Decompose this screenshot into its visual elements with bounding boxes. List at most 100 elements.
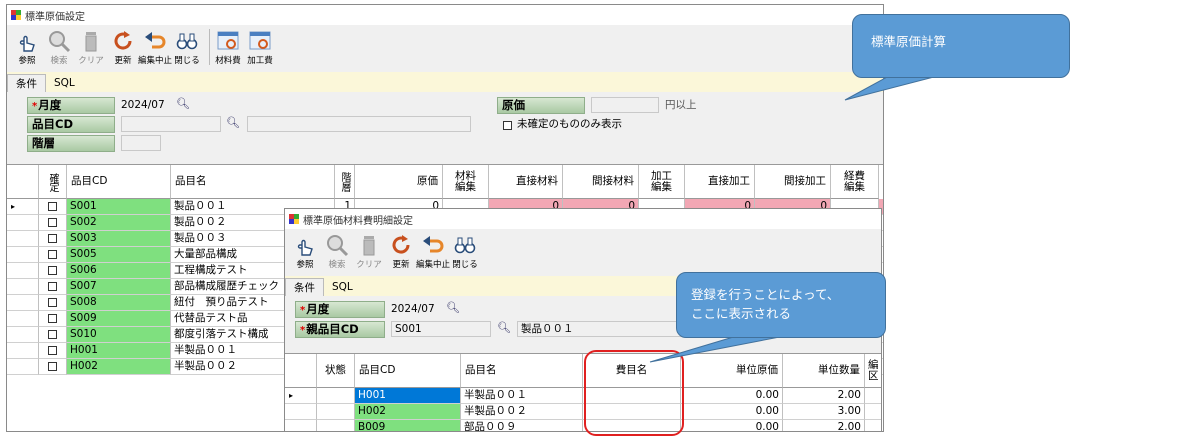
confirmed-checkbox[interactable] <box>48 298 57 307</box>
item-name-input[interactable] <box>247 116 471 132</box>
clear-button[interactable]: クリア <box>77 29 105 66</box>
confirmed-checkbox[interactable] <box>48 346 57 355</box>
confirmed-checkbox-cell[interactable] <box>39 279 67 295</box>
cancel-edit-button[interactable]: 編集中止 <box>138 29 172 66</box>
month-value[interactable]: 2024/07 <box>391 301 435 317</box>
cell-qty[interactable]: 2.00 <box>783 420 865 431</box>
confirmed-checkbox-cell[interactable] <box>39 215 67 231</box>
cell-empty[interactable] <box>317 404 355 420</box>
confirmed-checkbox[interactable] <box>48 266 57 275</box>
cell-empty[interactable] <box>865 404 881 420</box>
cell-cd[interactable]: H002 <box>355 404 461 420</box>
col-level[interactable]: 階層 <box>335 165 355 199</box>
col-item-cd[interactable]: 品目CD <box>67 165 171 199</box>
confirmed-checkbox[interactable] <box>48 250 57 259</box>
col-expense-edit[interactable]: 経費編集 <box>831 165 879 199</box>
cell-cd[interactable]: S006 <box>67 263 171 279</box>
confirmed-checkbox-cell[interactable] <box>39 311 67 327</box>
parent-search-icon[interactable]: 🔍︎ <box>497 321 511 334</box>
confirmed-checkbox[interactable] <box>48 234 57 243</box>
cell-unit_cost[interactable]: 0.00 <box>681 388 783 404</box>
reference-button[interactable]: 参照 <box>291 233 319 270</box>
confirmed-checkbox[interactable] <box>48 282 57 291</box>
col-unit-qty[interactable]: 単位数量 <box>783 354 865 388</box>
cell-empty[interactable] <box>865 420 881 431</box>
col-edit-section[interactable]: 編区 <box>865 354 881 388</box>
close-button[interactable]: 閉じる <box>451 233 479 270</box>
month-value[interactable]: 2024/07 <box>121 97 165 113</box>
unconfirmed-checkbox[interactable] <box>503 121 512 130</box>
col-material-edit[interactable]: 材料編集 <box>443 165 489 199</box>
tab-sql[interactable]: SQL <box>46 74 83 92</box>
cell-cd[interactable]: S008 <box>67 295 171 311</box>
confirmed-checkbox[interactable] <box>48 362 57 371</box>
col-item-name[interactable]: 品目名 <box>171 165 335 199</box>
confirmed-checkbox-cell[interactable] <box>39 295 67 311</box>
cancel-edit-button[interactable]: 編集中止 <box>416 233 450 270</box>
cell-cd[interactable]: S003 <box>67 231 171 247</box>
cell-unit_cost[interactable]: 0.00 <box>681 420 783 431</box>
cell-cd[interactable]: S009 <box>67 311 171 327</box>
tab-conditions[interactable]: 条件 <box>285 278 324 296</box>
confirmed-checkbox-cell[interactable] <box>39 231 67 247</box>
cell-name[interactable]: 半製品００１ <box>461 388 583 404</box>
item-search-icon[interactable]: 🔍︎ <box>226 116 240 129</box>
col-status[interactable]: 状態 <box>317 354 355 388</box>
cell-cd[interactable]: S005 <box>67 247 171 263</box>
processing-cost-button[interactable]: 加工費 <box>246 29 274 66</box>
col-unit-cost[interactable]: 単位原価 <box>681 354 783 388</box>
tab-conditions[interactable]: 条件 <box>7 74 46 92</box>
col-direct-material[interactable]: 直接材料 <box>489 165 563 199</box>
cell-cd[interactable]: S002 <box>67 215 171 231</box>
col-indirect-processing[interactable]: 間接加工 <box>755 165 831 199</box>
col-direct-processing[interactable]: 直接加工 <box>685 165 755 199</box>
col-processing-edit[interactable]: 加工編集 <box>639 165 685 199</box>
close-button[interactable]: 閉じる <box>173 29 201 66</box>
cell-cd[interactable]: H002 <box>67 359 171 375</box>
search-button[interactable]: 検索 <box>323 233 351 270</box>
cell-name[interactable]: 半製品００２ <box>461 404 583 420</box>
update-button[interactable]: 更新 <box>387 233 415 270</box>
confirmed-checkbox-cell[interactable] <box>39 327 67 343</box>
cell-cd[interactable]: S001 <box>67 199 171 215</box>
reference-button[interactable]: 参照 <box>13 29 41 66</box>
confirmed-checkbox-cell[interactable] <box>39 199 67 215</box>
col-cost[interactable]: 原価 <box>355 165 443 199</box>
material-cost-button[interactable]: 材料費 <box>214 29 242 66</box>
cell-qty[interactable]: 2.00 <box>783 388 865 404</box>
confirmed-checkbox-cell[interactable] <box>39 359 67 375</box>
cell-empty[interactable] <box>317 420 355 431</box>
confirmed-checkbox-cell[interactable] <box>39 247 67 263</box>
tab-sql[interactable]: SQL <box>324 278 361 296</box>
cell-cd[interactable]: B009 <box>355 420 461 431</box>
month-search-icon[interactable]: 🔍︎ <box>176 97 190 110</box>
confirmed-checkbox-cell[interactable] <box>39 263 67 279</box>
update-button[interactable]: 更新 <box>109 29 137 66</box>
cell-cd[interactable]: H001 <box>67 343 171 359</box>
parent-item-cd-input[interactable]: S001 <box>391 321 491 337</box>
cost-input[interactable] <box>591 97 659 113</box>
cell-empty[interactable] <box>317 388 355 404</box>
confirmed-checkbox[interactable] <box>48 218 57 227</box>
item-cd-input[interactable] <box>121 116 221 132</box>
month-search-icon[interactable]: 🔍︎ <box>446 301 460 314</box>
confirmed-checkbox-cell[interactable] <box>39 343 67 359</box>
confirmed-checkbox[interactable] <box>48 314 57 323</box>
cell-name[interactable]: 部品００９ <box>461 420 583 431</box>
confirmed-checkbox[interactable] <box>48 202 57 211</box>
confirmed-checkbox[interactable] <box>48 330 57 339</box>
cell-cd[interactable]: S007 <box>67 279 171 295</box>
parent-item-name-input[interactable]: 製品００１ <box>517 321 697 337</box>
col-indirect-material[interactable]: 間接材料 <box>563 165 639 199</box>
cell-cd[interactable]: H001 <box>355 388 461 404</box>
cell-unit_cost[interactable]: 0.00 <box>681 404 783 420</box>
col-confirmed[interactable]: 確定 <box>39 165 67 199</box>
level-input[interactable] <box>121 135 161 151</box>
cell-qty[interactable]: 3.00 <box>783 404 865 420</box>
clear-button[interactable]: クリア <box>355 233 383 270</box>
cell-empty[interactable] <box>865 388 881 404</box>
search-button[interactable]: 検索 <box>45 29 73 66</box>
cell-cd[interactable]: S010 <box>67 327 171 343</box>
col-item-cd[interactable]: 品目CD <box>355 354 461 388</box>
col-item-name[interactable]: 品目名 <box>461 354 583 388</box>
